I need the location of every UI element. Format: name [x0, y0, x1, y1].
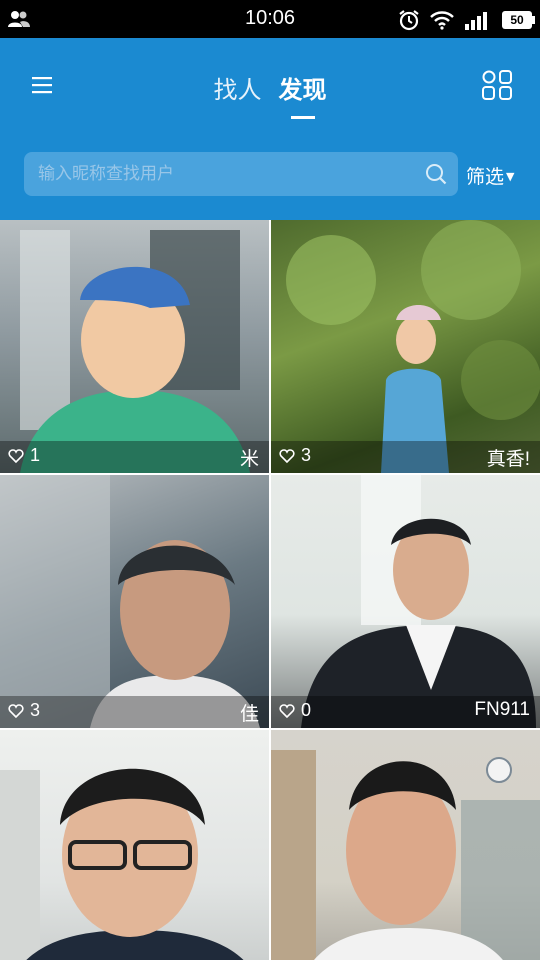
user-photo — [0, 730, 269, 960]
card-info-bar: 3 佳 — [0, 696, 269, 728]
user-photo — [271, 730, 540, 960]
card-info-bar: 3 真香! — [271, 441, 540, 473]
user-card[interactable]: 3 真香! — [271, 220, 540, 473]
user-card[interactable]: 3 佳 — [0, 475, 269, 728]
signal-icon — [465, 12, 487, 30]
heart-icon — [279, 448, 295, 463]
user-card[interactable] — [271, 730, 540, 960]
search-input[interactable] — [38, 152, 418, 196]
tab-find-people[interactable]: 找人 — [213, 70, 261, 105]
top-tabs: 找人 发现 — [0, 70, 540, 119]
like-count[interactable]: 3 — [8, 700, 40, 721]
battery-indicator: 50 — [502, 11, 535, 29]
like-count[interactable]: 1 — [8, 445, 40, 466]
like-count-value: 3 — [30, 700, 41, 720]
status-bar: 10:06 50 — [0, 0, 540, 38]
user-photo — [0, 475, 269, 728]
user-photo-grid: 1 米 3 真香! 3 佳 0 FN911 — [0, 220, 540, 960]
wifi-icon — [430, 11, 454, 30]
like-count-value: 1 — [30, 445, 41, 465]
user-nickname: 真香! — [486, 449, 530, 470]
user-photo — [271, 475, 540, 728]
like-count[interactable]: 0 — [279, 700, 311, 721]
card-info-bar: 0 FN911 — [271, 696, 540, 728]
user-nickname: 米 — [239, 449, 259, 470]
user-card[interactable] — [0, 730, 269, 960]
heart-icon — [8, 703, 24, 718]
grid-layout-icon[interactable] — [480, 68, 514, 102]
app-bar: 找人 发现 筛选▼ — [0, 38, 540, 220]
user-photo — [0, 220, 269, 473]
filter-label: 筛选 — [466, 166, 505, 188]
filter-dropdown[interactable]: 筛选 ▼ — [466, 162, 514, 189]
card-info-bar: 1 米 — [0, 441, 269, 473]
like-count-value: 3 — [301, 445, 312, 465]
caret-down-icon: ▼ — [506, 170, 515, 183]
heart-icon — [279, 703, 295, 718]
heart-icon — [8, 448, 24, 463]
like-count[interactable]: 3 — [279, 445, 311, 466]
user-photo — [271, 220, 540, 473]
like-count-value: 0 — [301, 700, 312, 720]
status-icons: 50 — [398, 8, 535, 32]
user-nickname: 佳 — [239, 704, 259, 725]
tab-discover[interactable]: 发现 — [279, 70, 327, 119]
alarm-icon — [399, 10, 419, 31]
user-nickname: FN911 — [474, 699, 530, 720]
search-icon[interactable] — [424, 162, 448, 186]
user-card[interactable]: 0 FN911 — [271, 475, 540, 728]
user-card[interactable]: 1 米 — [0, 220, 269, 473]
search-box — [24, 152, 458, 196]
